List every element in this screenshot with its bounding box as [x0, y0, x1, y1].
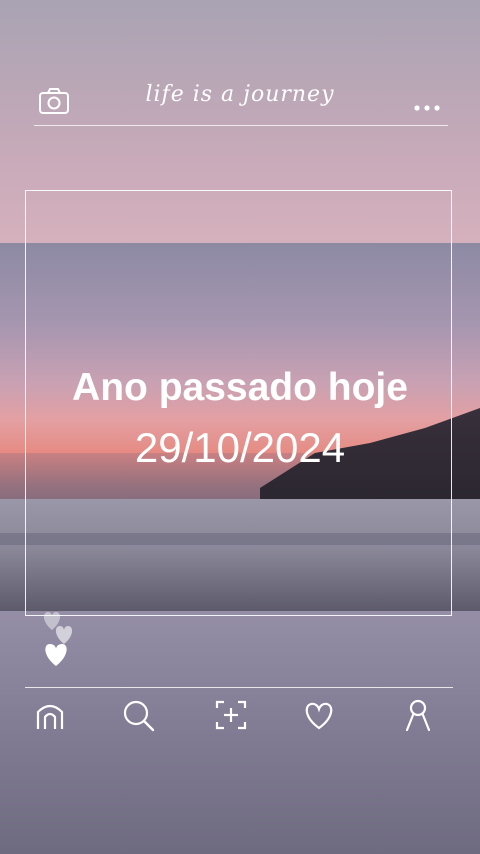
date-label: 29/10/2024 [134, 424, 346, 471]
search-icon[interactable] [121, 698, 155, 732]
heart-icon[interactable] [302, 698, 336, 732]
home-icon[interactable] [33, 698, 67, 732]
more-dots-icon[interactable] [413, 97, 441, 111]
tagline: life is a journey [145, 82, 335, 107]
add-icon[interactable] [214, 698, 248, 732]
heart-icon[interactable] [38, 610, 82, 670]
page-title: Ano passado hoje [72, 366, 408, 409]
profile-icon[interactable] [401, 698, 435, 732]
footer-divider [25, 687, 453, 688]
header-divider [34, 125, 448, 126]
